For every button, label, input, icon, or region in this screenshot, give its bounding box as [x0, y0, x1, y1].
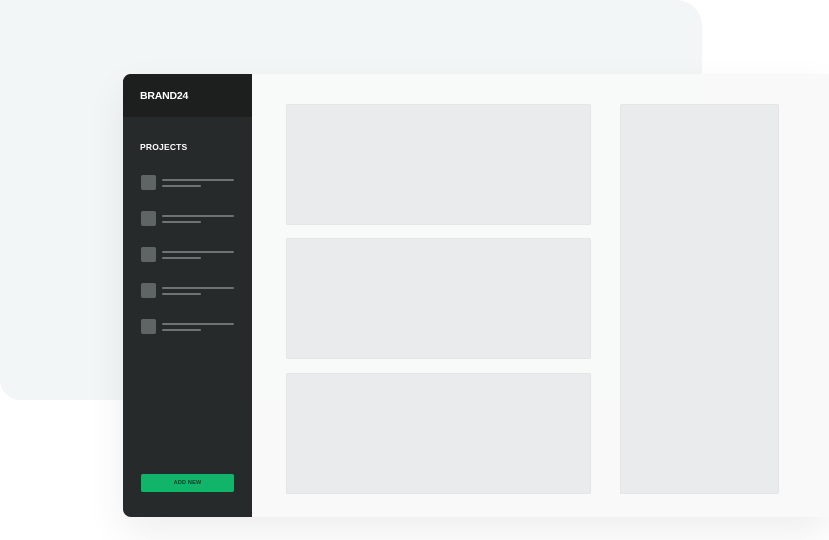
- project-item[interactable]: [141, 319, 235, 334]
- project-subtitle-placeholder: [162, 184, 201, 187]
- project-thumbnail-icon: [141, 247, 156, 262]
- project-text-placeholder: [162, 178, 234, 187]
- project-title-placeholder: [162, 322, 234, 325]
- project-thumbnail-icon: [141, 319, 156, 334]
- brand-logo[interactable]: BRAND24: [140, 90, 188, 102]
- project-subtitle-placeholder: [162, 220, 201, 223]
- projects-heading: PROJECTS: [140, 142, 188, 152]
- sidebar: BRAND24 PROJECTS ADD NEW: [123, 74, 252, 517]
- page: BRAND24 PROJECTS ADD NEW: [0, 0, 829, 540]
- project-item[interactable]: [141, 247, 235, 262]
- project-subtitle-placeholder: [162, 328, 201, 331]
- side-panel-placeholder: [620, 104, 779, 494]
- project-text-placeholder: [162, 286, 234, 295]
- project-title-placeholder: [162, 178, 234, 181]
- project-text-placeholder: [162, 214, 234, 223]
- project-subtitle-placeholder: [162, 256, 201, 259]
- main-content: [252, 74, 829, 517]
- project-title-placeholder: [162, 286, 234, 289]
- project-item[interactable]: [141, 175, 235, 190]
- project-list: [141, 175, 235, 355]
- sidebar-header: BRAND24: [123, 74, 252, 117]
- project-title-placeholder: [162, 250, 234, 253]
- content-panel-placeholder: [286, 238, 591, 359]
- project-thumbnail-icon: [141, 175, 156, 190]
- project-text-placeholder: [162, 250, 234, 259]
- project-item[interactable]: [141, 283, 235, 298]
- project-title-placeholder: [162, 214, 234, 217]
- content-panel-placeholder: [286, 104, 591, 225]
- project-item[interactable]: [141, 211, 235, 226]
- project-thumbnail-icon: [141, 211, 156, 226]
- content-panel-placeholder: [286, 373, 591, 494]
- add-new-button[interactable]: ADD NEW: [141, 474, 234, 492]
- app-window: BRAND24 PROJECTS ADD NEW: [123, 74, 829, 517]
- project-text-placeholder: [162, 322, 234, 331]
- project-subtitle-placeholder: [162, 292, 201, 295]
- project-thumbnail-icon: [141, 283, 156, 298]
